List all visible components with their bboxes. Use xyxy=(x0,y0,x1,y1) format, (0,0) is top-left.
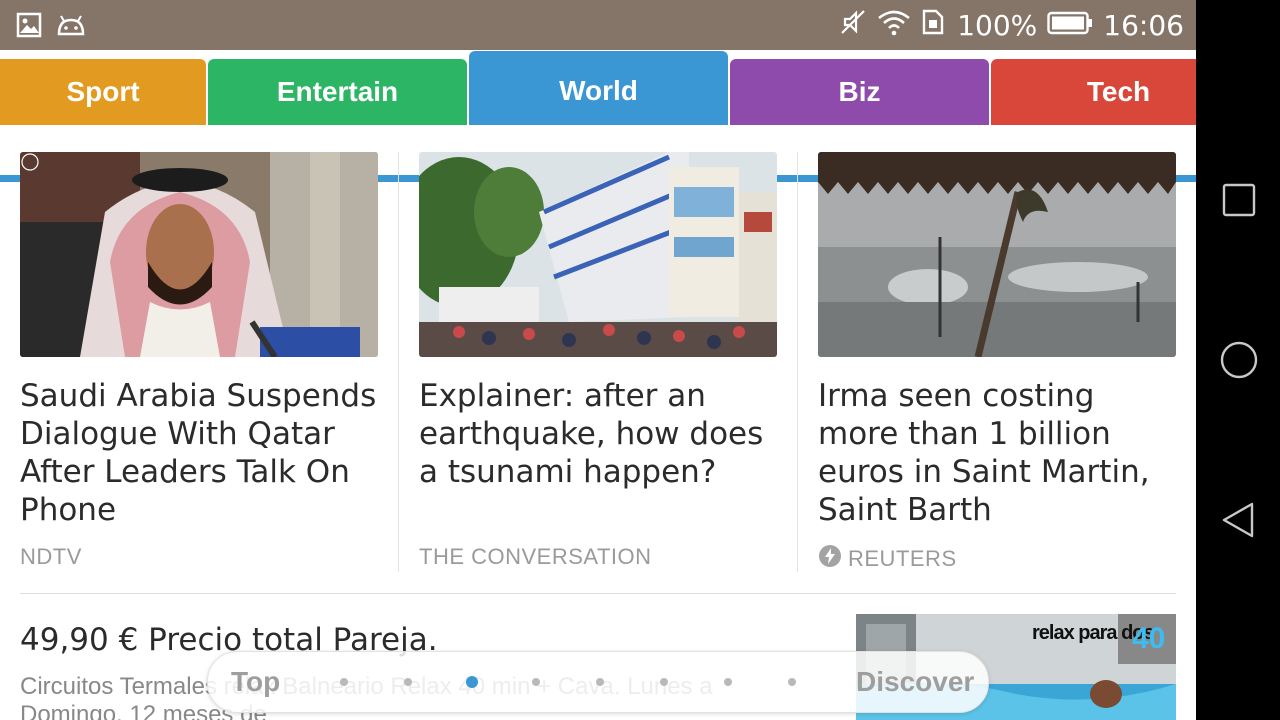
lightning-bolt-icon xyxy=(818,544,842,574)
article-image[interactable] xyxy=(818,152,1176,357)
article-image[interactable] xyxy=(20,152,378,357)
article-headline[interactable]: Saudi Arabia Suspends Dialogue With Qata… xyxy=(20,377,378,529)
page-dot[interactable] xyxy=(404,678,412,686)
section-divider xyxy=(20,593,1176,594)
page-dot[interactable] xyxy=(596,678,604,686)
clock: 16:06 xyxy=(1103,9,1184,42)
battery-percent: 100% xyxy=(957,9,1038,42)
gallery-icon xyxy=(16,12,42,43)
top-button[interactable]: Top xyxy=(231,666,280,698)
tab-sport[interactable]: Sport xyxy=(0,59,206,125)
column-divider xyxy=(398,152,399,572)
category-tabs: Sport Entertain World Biz Tech xyxy=(0,50,1196,182)
article-source: THE CONVERSATION xyxy=(419,544,652,569)
wifi-icon xyxy=(877,8,911,43)
column-divider xyxy=(797,152,798,572)
article-headline[interactable]: Explainer: after an earthquake, how does… xyxy=(419,377,777,491)
article-card[interactable]: Explainer: after an earthquake, how does… xyxy=(419,152,777,569)
back-icon[interactable] xyxy=(1220,501,1256,544)
page-dot[interactable] xyxy=(532,678,540,686)
article-source: NDTV xyxy=(20,544,82,569)
page-dot[interactable] xyxy=(724,678,732,686)
tab-biz[interactable]: Biz xyxy=(730,59,989,125)
article-headline[interactable]: Irma seen costing more than 1 billion eu… xyxy=(818,377,1176,529)
article-image[interactable] xyxy=(419,152,777,357)
tab-tech[interactable]: Tech xyxy=(991,59,1196,125)
page-dot[interactable] xyxy=(660,678,668,686)
ad-badge: 40 xyxy=(1132,622,1166,655)
android-icon xyxy=(56,12,86,43)
page-dot-active[interactable] xyxy=(466,676,478,688)
article-card[interactable]: Saudi Arabia Suspends Dialogue With Qata… xyxy=(20,152,378,569)
mute-icon xyxy=(839,8,867,43)
discover-button[interactable]: Discover xyxy=(856,666,974,698)
article-card[interactable]: Irma seen costing more than 1 billion eu… xyxy=(818,152,1176,571)
tab-entertain[interactable]: Entertain xyxy=(208,59,467,125)
recent-apps-icon[interactable] xyxy=(1222,183,1256,222)
status-bar: 100% 16:06 xyxy=(0,0,1196,50)
home-icon[interactable] xyxy=(1220,341,1258,384)
page-dot[interactable] xyxy=(340,678,348,686)
article-source: REUTERS xyxy=(818,544,957,574)
system-nav-bar xyxy=(1196,0,1280,720)
battery-icon xyxy=(1047,9,1093,42)
page-indicator: Top Discover xyxy=(207,651,989,713)
tab-world[interactable]: World xyxy=(469,51,728,125)
page-dot[interactable] xyxy=(788,678,796,686)
news-app: 100% 16:06 Sport Entertain World Biz Tec… xyxy=(0,0,1196,720)
sim-icon xyxy=(921,8,947,43)
